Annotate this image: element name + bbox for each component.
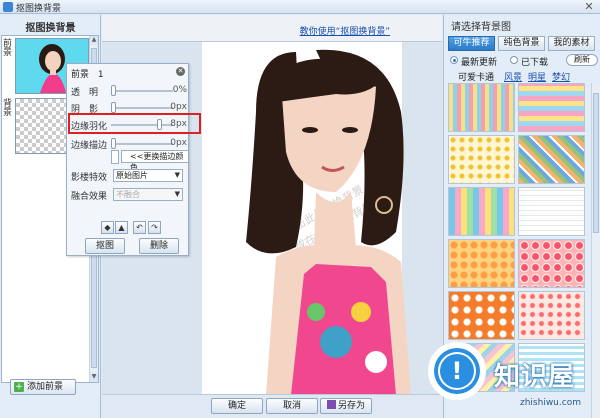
opacity-label: 透 明: [71, 88, 99, 98]
background-option[interactable]: [518, 291, 585, 340]
rotate-left-icon[interactable]: ↶: [133, 221, 146, 234]
panel-title: 前景: [71, 70, 90, 80]
panel-layer-number: 1: [97, 70, 104, 80]
foreground-person-image[interactable]: [186, 42, 446, 395]
delete-button[interactable]: 删除: [139, 238, 179, 254]
radio-downloaded-label: 已下载: [521, 58, 549, 68]
panel-close-icon[interactable]: ✕: [176, 67, 185, 76]
category-links: 可爱卡通 风景 明星 梦幻: [444, 70, 594, 83]
background-option[interactable]: [518, 187, 585, 236]
chevron-down-icon: ▼: [174, 190, 180, 198]
opacity-slider-handle[interactable]: [111, 85, 116, 96]
stroke-slider-row: 边缘描边 0px: [71, 137, 187, 151]
stroke-label: 边缘描边: [71, 141, 108, 151]
flip-horizontal-icon[interactable]: ◆: [101, 221, 114, 234]
site-watermark-logo: ! 知识屋 zhishiwu.com: [424, 336, 600, 418]
change-stroke-color-button[interactable]: <<更换描边颜色: [121, 150, 189, 172]
ok-button[interactable]: 确定: [211, 398, 263, 414]
scroll-down-arrow-icon[interactable]: ▼: [90, 373, 98, 382]
background-option[interactable]: [518, 239, 585, 288]
background-option[interactable]: [518, 135, 585, 184]
background-option[interactable]: [448, 187, 515, 236]
opacity-value: 0%: [172, 85, 187, 95]
tab-recommended[interactable]: 可牛推荐: [448, 36, 495, 51]
shadow-effect-label: 影楼特效: [71, 173, 108, 183]
layers-pane-title: 抠图换背景: [25, 23, 76, 34]
logo-text: 知识屋: [494, 362, 576, 392]
layer-tag: 前景: [3, 39, 13, 58]
add-foreground-button[interactable]: + 添加前景: [10, 379, 76, 395]
tab-my-materials[interactable]: 我的素材: [548, 36, 595, 51]
floppy-disk-icon: [326, 400, 336, 409]
add-foreground-label: 添加前景: [27, 382, 64, 392]
stroke-slider-handle[interactable]: [111, 138, 116, 149]
radio-latest[interactable]: [450, 56, 458, 64]
stroke-value: 0px: [170, 138, 187, 148]
save-as-label: 另存为: [337, 401, 365, 411]
radio-downloaded[interactable]: [510, 56, 518, 64]
blend-effect-label: 融合效果: [71, 192, 108, 202]
tutorial-link[interactable]: 教你使用“抠图换背景”: [300, 24, 390, 37]
opacity-slider[interactable]: [111, 90, 173, 92]
app-icon: [3, 2, 13, 12]
category-scenery[interactable]: 风景: [504, 70, 522, 83]
category-cute-cartoon[interactable]: 可爱卡通: [458, 70, 494, 83]
scrollbar-thumb[interactable]: [593, 93, 599, 233]
stroke-color-swatch[interactable]: [111, 150, 119, 164]
background-option[interactable]: [448, 135, 515, 184]
feather-highlight-annotation: [68, 113, 201, 134]
shadow-effect-value: 原始图片: [116, 171, 148, 180]
filter-radio-row: 最新更新 已下载 刷新: [448, 54, 598, 68]
stroke-slider[interactable]: [111, 143, 173, 145]
refresh-button[interactable]: 刷新: [566, 54, 598, 66]
window-title: 抠图换背景: [16, 4, 62, 14]
shadow-effect-select[interactable]: 原始图片 ▼: [113, 169, 183, 182]
background-option[interactable]: [448, 83, 515, 132]
title-bar: 抠图换背景 ✕: [0, 0, 600, 14]
foreground-properties-panel: 前景 1 ✕ 透 明 0% 阴 影 0px 边缘羽化 8px 边缘描边 0px: [66, 63, 189, 256]
exclamation-icon: !: [440, 354, 474, 388]
shadow-slider-handle[interactable]: [111, 102, 116, 113]
panel-header: 前景 1: [71, 67, 104, 80]
save-as-button[interactable]: 另存为: [320, 398, 372, 414]
action-bar: 确定 取消 另存为: [102, 394, 442, 418]
blend-effect-value: 不融合: [116, 190, 140, 199]
cutout-button[interactable]: 抠图: [85, 238, 125, 254]
rotate-right-icon[interactable]: ↷: [148, 221, 161, 234]
opacity-slider-row: 透 明 0%: [71, 84, 187, 98]
blend-effect-select[interactable]: 不融合 ▼: [113, 188, 183, 201]
shadow-value: 0px: [170, 102, 187, 112]
logo-url: zhishiwu.com: [520, 398, 581, 408]
background-option[interactable]: [448, 291, 515, 340]
category-celebrity[interactable]: 明星: [528, 70, 546, 83]
background-picker-title: 请选择背景图: [451, 22, 511, 33]
background-option[interactable]: [518, 83, 585, 132]
layer-tag: 背景: [3, 99, 13, 118]
cancel-button[interactable]: 取消: [266, 398, 318, 414]
window-close-button[interactable]: ✕: [582, 1, 596, 13]
chevron-down-icon: ▼: [174, 171, 180, 179]
flip-vertical-icon[interactable]: ▲: [115, 221, 128, 234]
add-icon: +: [14, 382, 24, 392]
app-window: 抠图换背景 ✕ 抠图换背景 前景 背景 ▲ ▼ + 添加前景 教你使用“抠图换背…: [0, 0, 600, 418]
shadow-slider[interactable]: [111, 107, 173, 109]
tab-solid-color[interactable]: 纯色背景: [498, 36, 545, 51]
scroll-up-arrow-icon[interactable]: ▲: [90, 36, 98, 45]
background-option[interactable]: [448, 239, 515, 288]
category-dreamy[interactable]: 梦幻: [552, 70, 570, 83]
background-tabs: 可牛推荐 纯色背景 我的素材: [448, 36, 598, 52]
radio-latest-label: 最新更新: [461, 58, 498, 68]
